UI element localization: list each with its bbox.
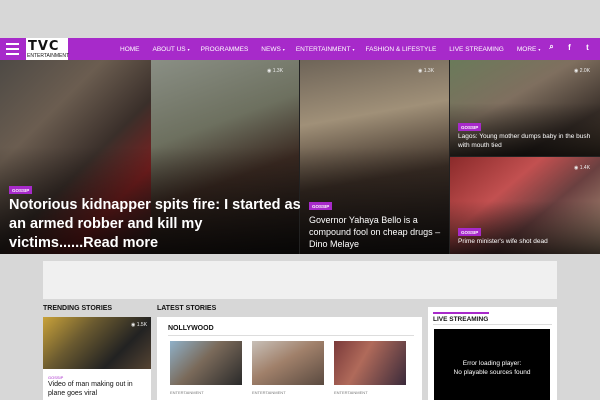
views-count: ◉ 2.0K xyxy=(574,68,591,74)
nav-item-live-streaming[interactable]: LIVE STREAMING xyxy=(449,46,506,53)
nav-menu: HOME ABOUT US ▾ PROGRAMMES NEWS ▾ ENTERTAI… xyxy=(120,38,551,60)
views-count: ◉ 1.3K xyxy=(267,68,284,74)
trending-image[interactable]: ◉ 1.5K xyxy=(43,317,151,369)
nav-item-about-us[interactable]: ABOUT US ▾ xyxy=(153,46,190,53)
nav-icons: ⌕ f t xyxy=(547,42,592,52)
views-count: ◉ 1.4K xyxy=(574,165,591,171)
nav-item-news[interactable]: NEWS ▾ xyxy=(261,46,285,53)
divider xyxy=(168,335,414,336)
category-label[interactable]: ENTERTAINMENT xyxy=(334,390,368,395)
featured-headline-fourth[interactable]: Prime minister's wife shot dead xyxy=(458,238,593,247)
player-error-line-1: Error loading player: xyxy=(462,360,522,367)
nav-item-programmes[interactable]: PROGRAMMES xyxy=(201,46,251,53)
featured-grid: ◉ 1.3K GOSSIP Notorious kidnapper spits … xyxy=(0,60,600,254)
video-player[interactable]: Error loading player: No playable source… xyxy=(434,329,550,400)
facebook-icon[interactable]: f xyxy=(565,43,574,52)
latest-stories-card: NOLLYWOOD ENTERTAINMENT ENTERTAINMENT EN… xyxy=(157,317,422,400)
featured-headline-main[interactable]: Notorious kidnapper spits fire: I starte… xyxy=(9,196,315,253)
featured-image-third[interactable]: ◉ 2.0K GOSSIP Lagos: Young mother dumps … xyxy=(450,60,600,156)
nav-item-fashion-lifestyle[interactable]: FASHION & LIFESTYLE xyxy=(365,46,438,53)
category-label[interactable]: ENTERTAINMENT xyxy=(252,390,286,395)
hamburger-menu-icon[interactable] xyxy=(6,43,19,55)
main-navbar: TVC ENTERTAINMENT HOME ABOUT US ▾ PROGRAM… xyxy=(0,38,600,60)
category-badge[interactable]: GOSSIP xyxy=(458,228,482,236)
divider xyxy=(433,324,552,325)
featured-headline-third[interactable]: Lagos: Young mother dumps baby in the bu… xyxy=(458,133,593,150)
nav-item-more[interactable]: MORE ▾ xyxy=(517,46,541,53)
trending-card[interactable]: ◉ 1.5K GOSSIP Video of man making out in… xyxy=(43,317,151,400)
trending-headline[interactable]: Video of man making out in plane goes vi… xyxy=(48,381,148,398)
player-error-line-2: No playable sources found xyxy=(453,369,531,376)
featured-image-fourth[interactable]: ◉ 1.4K GOSSIP Prime minister's wife shot… xyxy=(450,157,600,254)
views-count: ◉ 1.3K xyxy=(418,68,435,74)
category-label[interactable]: ENTERTAINMENT xyxy=(170,390,204,395)
accent-bar xyxy=(433,312,489,314)
views-count: ◉ 1.5K xyxy=(131,322,148,328)
ad-banner xyxy=(43,261,557,299)
top-spacer xyxy=(0,0,600,38)
nav-item-entertainment[interactable]: ENTERTAINMENT ▾ xyxy=(296,46,355,53)
twitter-icon[interactable]: t xyxy=(583,43,592,52)
category-label[interactable]: GOSSIP xyxy=(48,375,63,380)
nav-item-home[interactable]: HOME xyxy=(120,46,142,53)
logo-subtext: ENTERTAINMENT xyxy=(27,53,70,59)
trending-title: TRENDING STORIES xyxy=(43,305,113,312)
story-thumbnail[interactable] xyxy=(334,341,406,385)
site-logo[interactable]: TVC ENTERTAINMENT xyxy=(26,38,70,60)
story-thumbnail[interactable] xyxy=(252,341,324,385)
live-streaming-widget: LIVE STREAMING Error loading player: No … xyxy=(428,307,557,400)
latest-title: LATEST STORIES xyxy=(157,305,217,312)
category-badge[interactable]: GOSSIP xyxy=(309,202,333,210)
story-thumbnail[interactable] xyxy=(170,341,242,385)
live-streaming-title: LIVE STREAMING xyxy=(433,316,489,323)
logo-text: TVC xyxy=(28,39,60,54)
search-icon[interactable]: ⌕ xyxy=(547,42,556,52)
category-badge[interactable]: GOSSIP xyxy=(9,186,33,194)
featured-headline-second[interactable]: Governor Yahaya Bello is a compound fool… xyxy=(309,214,449,250)
section-title: NOLLYWOOD xyxy=(168,325,214,332)
category-badge[interactable]: GOSSIP xyxy=(458,123,482,131)
